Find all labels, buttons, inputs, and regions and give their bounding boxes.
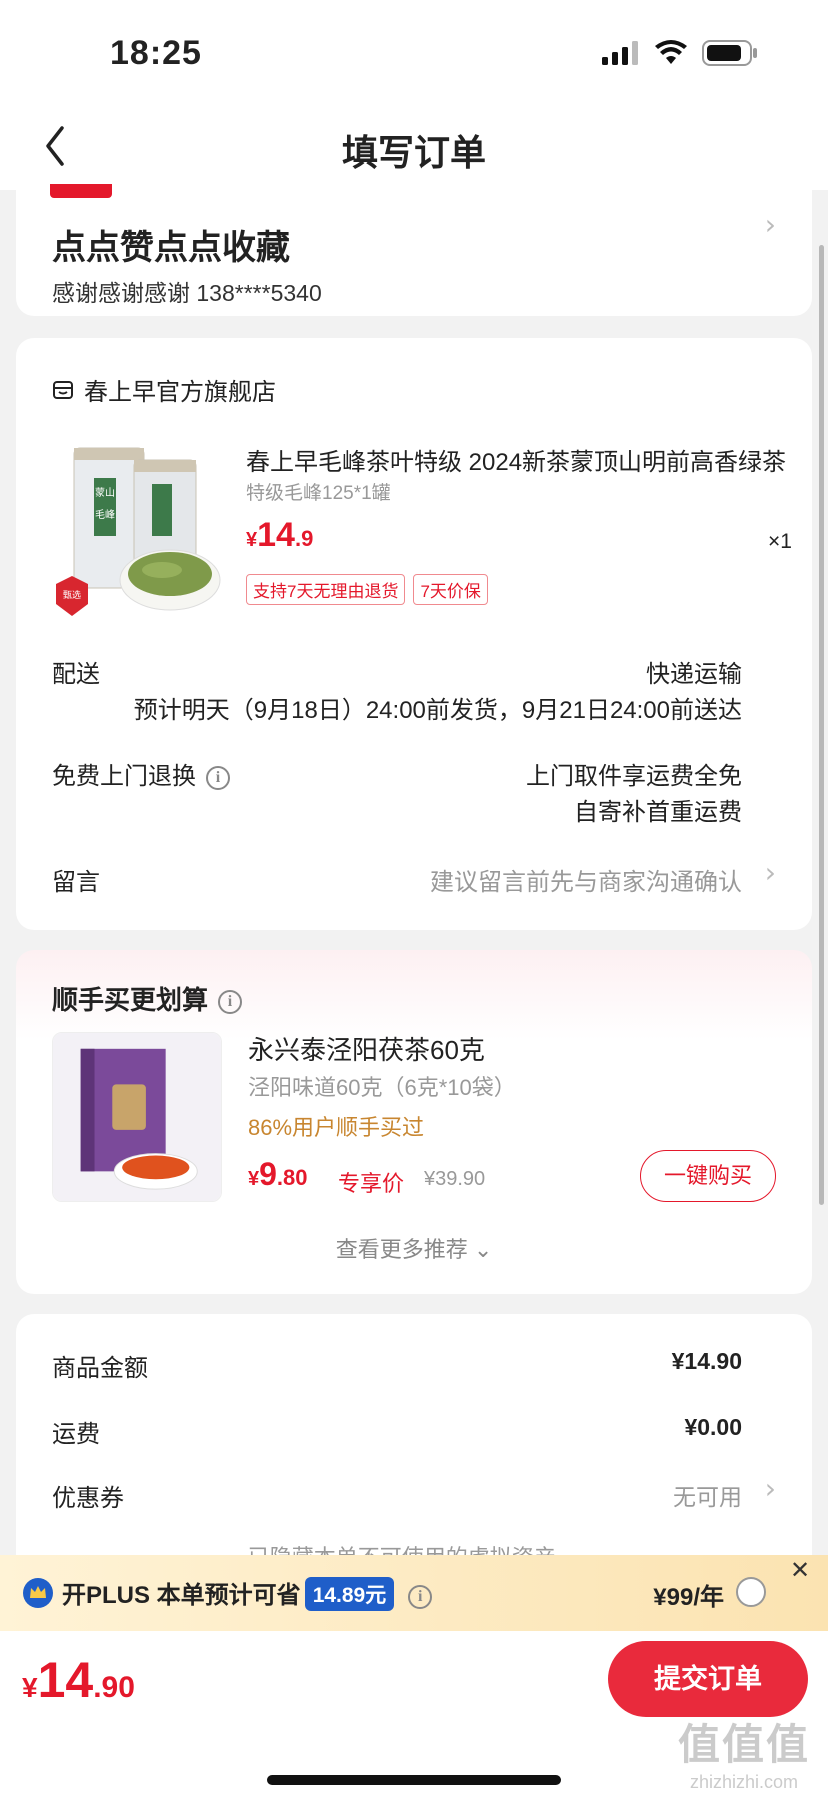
recommend-image[interactable] [52, 1032, 222, 1202]
scrollbar[interactable] [819, 245, 824, 1205]
tag-price-protect: 7天价保 [413, 574, 488, 605]
battery-icon [702, 40, 757, 66]
chevron-right-icon: › [764, 856, 776, 889]
delivery-label: 配送 [52, 661, 100, 688]
recommend-bought: 86%用户顺手买过 [248, 1115, 425, 1140]
info-icon[interactable]: i [218, 990, 243, 1015]
total-decimal: .90 [93, 1671, 135, 1704]
more-recommend-link[interactable]: 查看更多推荐 ⌄ [16, 1232, 812, 1264]
address-card[interactable]: 点点赞点点收藏 感谢感谢感谢 138****5340 › [16, 184, 812, 316]
status-icons [602, 40, 758, 66]
recommend-card: 顺手买更划算 i 永兴泰泾阳茯茶60克 泾阳味道60克（6克*10袋） 86%用户… [16, 950, 812, 1294]
delivery-eta: 预计明天（9月18日）24:00前发货，9月21日24:00前送达 [133, 697, 742, 724]
store-icon [53, 380, 73, 399]
chevron-right-icon: › [764, 208, 776, 241]
signal-icon [602, 41, 638, 65]
recommend-spec: 泾阳味道60克（6克*10袋） [248, 1075, 516, 1100]
return-label: 免费上门退换 [52, 763, 196, 790]
info-icon[interactable]: i [206, 765, 230, 790]
chevron-right-icon: › [764, 1472, 776, 1505]
total-integer: 14 [37, 1652, 94, 1708]
plus-text: 开PLUS 本单预计可省 14.89元 i [62, 1575, 433, 1611]
wifi-icon [655, 40, 687, 64]
one-click-buy-button[interactable]: 一键购买 [640, 1150, 776, 1202]
address-tag-partial [50, 184, 112, 198]
submit-order-button[interactable]: 提交订单 [608, 1641, 808, 1717]
info-icon[interactable]: i [408, 1584, 433, 1609]
recommend-title: 顺手买更划算 i [52, 980, 243, 1017]
goods-amount-value: ¥14.90 [671, 1348, 742, 1374]
product-price: ¥14.9 [246, 516, 313, 555]
nav-bar: 填写订单 [0, 110, 828, 190]
plus-radio[interactable] [736, 1577, 766, 1607]
coupon-value[interactable]: 无可用 [673, 1478, 742, 1512]
address-name: 点点赞点点收藏 [52, 229, 290, 267]
currency-symbol: ¥ [22, 1672, 38, 1703]
recommend-name[interactable]: 永兴泰泾阳茯茶60克 [248, 1030, 485, 1067]
shop-name: 春上早官方旗舰店 [84, 379, 276, 406]
message-input[interactable]: 建议留言前先与商家沟通确认 [430, 862, 742, 897]
shop-header[interactable]: 春上早官方旗舰店 [52, 372, 276, 407]
bottom-bar: ¥14.90 提交订单 值值值 zhizhizhi.com [0, 1631, 828, 1795]
original-price: ¥39.90 [424, 1168, 486, 1190]
delivery-method[interactable]: 快递运输 [646, 654, 742, 689]
close-icon[interactable]: ✕ [780, 1551, 820, 1591]
product-spec: 特级毛峰125*1罐 [246, 483, 391, 504]
svg-text:蒙山: 蒙山 [95, 486, 115, 499]
price-decimal: .9 [294, 526, 314, 551]
return-line1: 上门取件享运费全免 [526, 763, 742, 790]
exclusive-price-label: 专享价 [338, 1171, 405, 1196]
product-image[interactable]: 蒙山 毛峰 甄选 [52, 438, 232, 618]
watermark-big: 值值值 [677, 1721, 810, 1768]
status-bar: 18:25 [0, 0, 828, 110]
status-time: 18:25 [110, 34, 202, 72]
goods-amount-label: 商品金额 [52, 1355, 148, 1382]
plus-prefix: 开PLUS 本单预计可省 [62, 1582, 301, 1609]
price-decimal: .80 [276, 1165, 308, 1190]
address-contact: 感谢感谢感谢 138****5340 [52, 280, 322, 306]
currency-symbol: ¥ [248, 1168, 260, 1190]
price-integer: 9 [259, 1156, 277, 1192]
product-title[interactable]: 春上早毛峰茶叶特级 2024新茶蒙顶山明前高香绿茶 [246, 442, 796, 477]
svg-text:毛峰: 毛峰 [95, 509, 115, 521]
currency-symbol: ¥ [246, 529, 258, 551]
plus-saving-badge: 14.89元 [304, 1577, 395, 1611]
home-indicator [267, 1775, 561, 1785]
product-quantity: ×1 [768, 530, 792, 553]
tag-return: 支持7天无理由退货 [246, 574, 406, 605]
total-price: ¥14.90 [22, 1651, 135, 1709]
recommend-title-text: 顺手买更划算 [52, 985, 209, 1015]
plus-promo-bar[interactable]: 开PLUS 本单预计可省 14.89元 i ¥99/年 ✕ [0, 1555, 828, 1631]
shop-card: 春上早官方旗舰店 蒙山 毛峰 甄选 春上早毛峰茶叶特级 2024新茶蒙顶山明前高… [16, 338, 812, 930]
watermark-small: zhizhizhi.com [689, 1772, 799, 1792]
message-label: 留言 [52, 869, 100, 896]
shipping-value: ¥0.00 [684, 1414, 742, 1440]
crown-icon [23, 1578, 53, 1608]
recommend-price: ¥9.80 [248, 1156, 308, 1193]
page-title: 填写订单 [341, 132, 486, 173]
price-integer: 14 [257, 516, 295, 554]
return-line2: 自寄补首重运费 [574, 799, 742, 826]
return-row: 免费上门退换 i [52, 756, 230, 791]
watermark: 值值值 zhizhizhi.com [678, 1711, 810, 1793]
shipping-label: 运费 [52, 1421, 100, 1448]
svg-text:甄选: 甄选 [63, 589, 81, 601]
product-tags: 支持7天无理由退货 7天价保 [246, 574, 488, 605]
plus-price: ¥99/年 [653, 1584, 724, 1611]
coupon-label: 优惠券 [52, 1485, 124, 1512]
